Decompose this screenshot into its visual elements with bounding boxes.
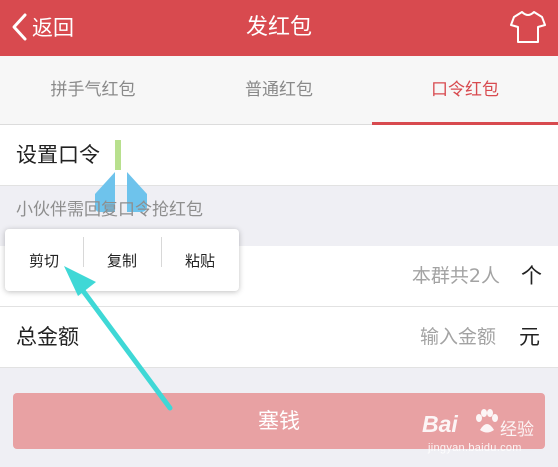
copy-menu-item[interactable]: 复制 <box>83 236 161 271</box>
watermark-text: 经验 <box>500 420 534 439</box>
redpacket-type-tabs: 拼手气红包 普通红包 口令红包 <box>0 56 558 125</box>
amount-label: 总金额 <box>16 325 79 349</box>
count-placeholder: 本群共2人 <box>411 265 500 287</box>
baidu-jingyan-watermark: Bai 经验 jingyan.baidu.com <box>422 407 552 463</box>
amount-unit: 元 <box>519 325 540 349</box>
tab-normal-redpacket[interactable]: 普通红包 <box>186 56 372 124</box>
amount-placeholder: 输入金额 <box>419 326 496 348</box>
text-context-menu: 剪切 复制 粘贴 <box>5 229 239 291</box>
code-label: 设置口令 <box>16 143 100 167</box>
code-hint: 小伙伴需回复口令抢红包 <box>16 200 203 220</box>
baidu-paw-icon <box>476 409 498 433</box>
tshirt-icon[interactable] <box>510 9 546 45</box>
cut-menu-item[interactable]: 剪切 <box>5 250 83 271</box>
tab-password-redpacket[interactable]: 口令红包 <box>372 56 558 125</box>
tab-lucky-redpacket[interactable]: 拼手气红包 <box>0 56 186 124</box>
amount-input-row[interactable]: 总金额 输入金额 元 <box>0 307 558 368</box>
count-unit: 个 <box>521 264 542 288</box>
page-title: 发红包 <box>245 15 312 40</box>
code-input-row[interactable]: 设置口令 <box>0 125 558 186</box>
watermark-logo: Bai <box>422 411 458 437</box>
top-bar: 返回 发红包 <box>0 0 558 56</box>
chevron-left-icon <box>12 13 27 41</box>
back-label: 返回 <box>32 16 74 40</box>
paste-menu-item[interactable]: 粘贴 <box>161 236 239 271</box>
back-button[interactable]: 返回 <box>10 8 74 46</box>
watermark-url: jingyan.baidu.com <box>428 442 522 454</box>
text-cursor <box>115 140 121 170</box>
